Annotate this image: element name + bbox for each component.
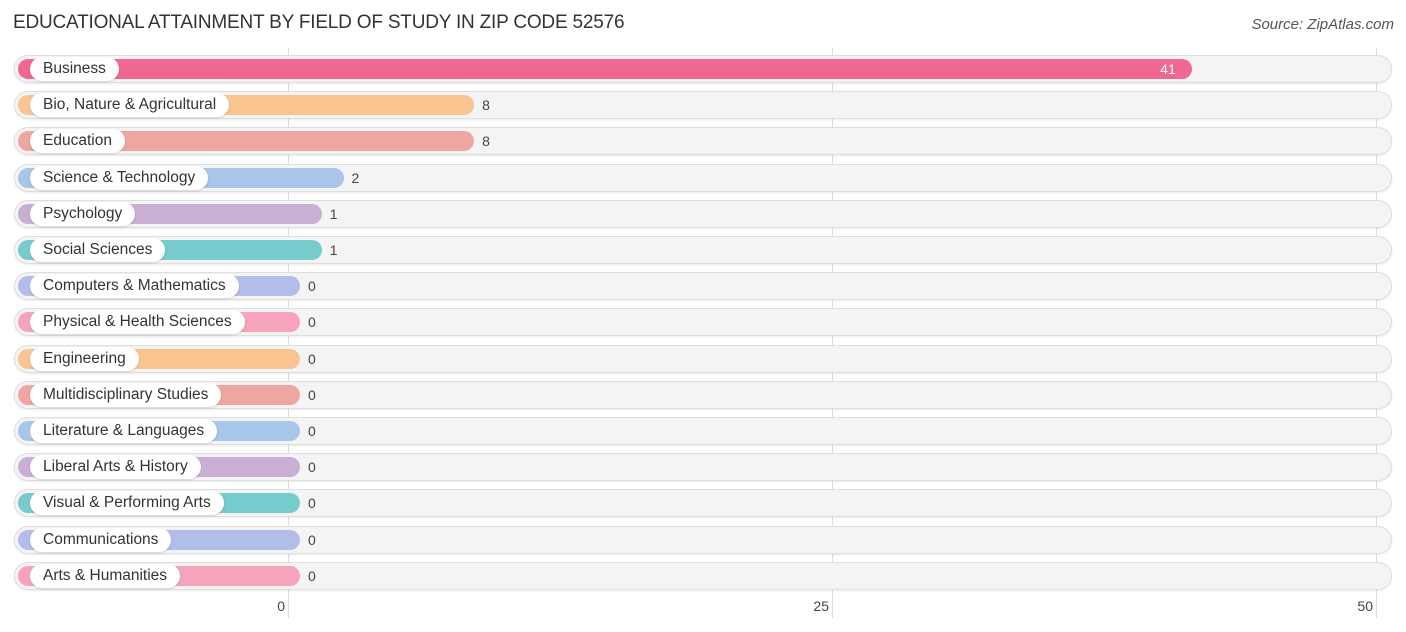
category-label: Physical & Health Sciences bbox=[30, 310, 245, 335]
category-label: Computers & Mathematics bbox=[30, 274, 239, 299]
category-label: Science & Technology bbox=[30, 165, 209, 190]
category-label: Communications bbox=[30, 527, 172, 552]
x-tick-label: 25 bbox=[813, 598, 829, 614]
value-label: 1 bbox=[329, 205, 338, 222]
bar[interactable] bbox=[18, 59, 1193, 79]
value-label: 0 bbox=[308, 567, 316, 584]
category-label: Literature & Languages bbox=[30, 419, 218, 443]
category-label: Visual & Performing Arts bbox=[30, 491, 224, 516]
value-label: 1 bbox=[329, 242, 338, 258]
x-tick-label: 0 bbox=[277, 598, 285, 614]
category-label: Multidisciplinary Studies bbox=[30, 382, 222, 407]
value-label: 41 bbox=[1160, 61, 1176, 77]
category-label: Psychology bbox=[30, 201, 136, 226]
value-label: 0 bbox=[308, 495, 316, 512]
value-label: 0 bbox=[308, 278, 316, 295]
value-label: 0 bbox=[308, 350, 316, 367]
value-label: 0 bbox=[308, 386, 316, 403]
value-label: 2 bbox=[351, 169, 360, 186]
category-label: Arts & Humanities bbox=[30, 563, 181, 588]
category-label: Bio, Nature & Agricultural bbox=[30, 93, 230, 118]
value-label: 0 bbox=[308, 314, 316, 331]
value-label: 8 bbox=[482, 133, 490, 150]
bar-chart: 0 25 50 Business 41 Bio, Nature & Agricultura… bbox=[0, 0, 1406, 632]
value-label: 0 bbox=[308, 531, 316, 548]
category-label: Social Sciences bbox=[30, 238, 166, 262]
category-label: Education bbox=[30, 129, 125, 154]
category-label: Business bbox=[30, 57, 119, 81]
category-label: Engineering bbox=[30, 346, 139, 371]
x-tick-label: 50 bbox=[1357, 598, 1373, 614]
value-label: 8 bbox=[482, 97, 490, 114]
value-label: 0 bbox=[308, 423, 316, 439]
category-label: Liberal Arts & History bbox=[30, 455, 201, 480]
value-label: 0 bbox=[308, 459, 316, 476]
